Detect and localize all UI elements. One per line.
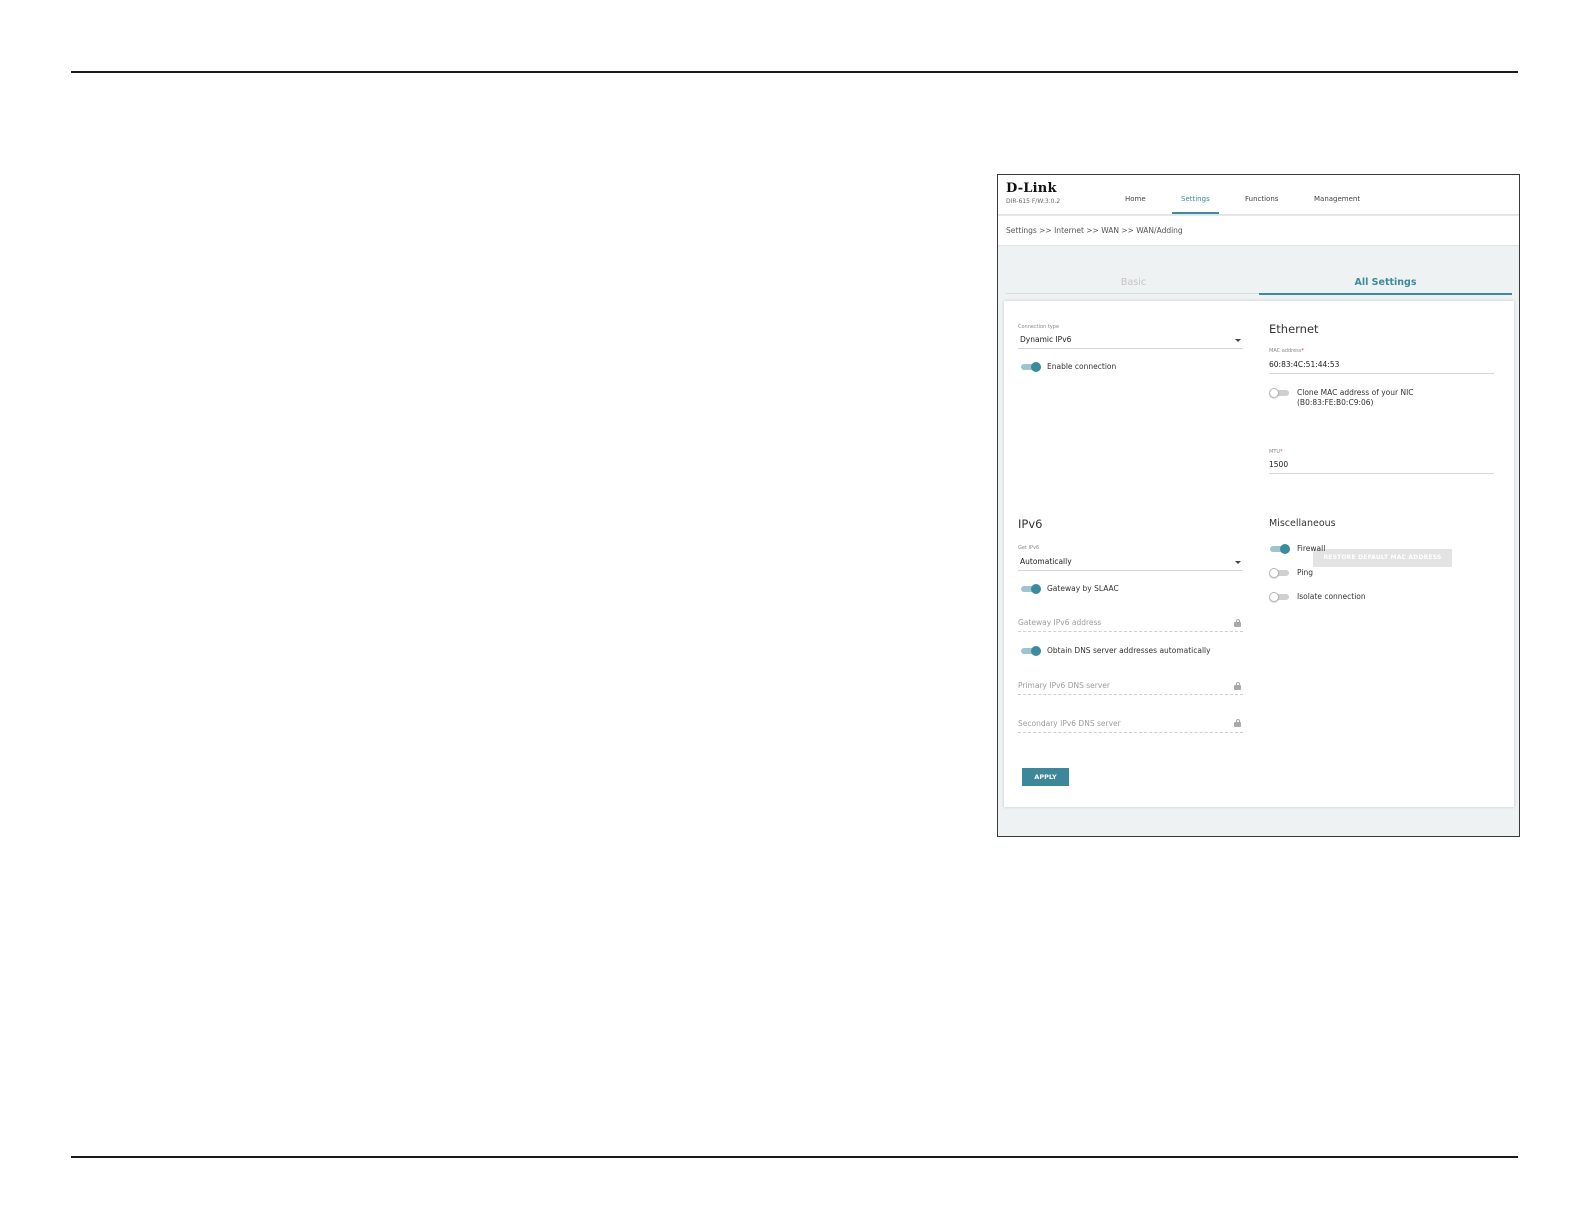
secondary-dns-field[interactable]: Secondary IPv6 DNS server (1018, 719, 1121, 728)
nav-settings[interactable]: Settings (1181, 195, 1210, 203)
chevron-down-icon[interactable] (1235, 339, 1241, 342)
nav-management[interactable]: Management (1314, 195, 1360, 203)
router-settings-screenshot: D-Link DIR-615 F/W:3.0.2 Home Settings F… (997, 174, 1520, 837)
gateway-ipv6-underline (1018, 631, 1243, 632)
mtu-underline (1269, 473, 1494, 474)
dns-auto-toggle[interactable] (1021, 646, 1041, 656)
firmware-version: DIR-615 F/W:3.0.2 (1006, 198, 1061, 205)
primary-dns-underline (1018, 694, 1243, 695)
dlink-logo: D-Link (1006, 181, 1057, 196)
miscellaneous-title: Miscellaneous (1269, 518, 1336, 529)
ipv6-title: IPv6 (1018, 517, 1043, 531)
clone-mac-label: Clone MAC address of your NIC (B0:83:FE:B… (1297, 388, 1414, 407)
app-header: D-Link DIR-615 F/W:3.0.2 Home Settings F… (998, 175, 1519, 215)
clone-mac-toggle[interactable] (1269, 388, 1289, 398)
mac-address-label: MAC address* (1269, 348, 1304, 354)
gateway-slaac-toggle[interactable] (1021, 584, 1041, 594)
tab-all-settings[interactable]: All Settings (1259, 277, 1512, 288)
connection-type-label: Connection type (1018, 324, 1060, 330)
apply-button[interactable]: APPLY (1022, 768, 1069, 786)
nav-active-indicator (1172, 212, 1219, 214)
ethernet-title: Ethernet (1269, 322, 1319, 336)
lock-icon (1234, 719, 1241, 727)
enable-connection-label: Enable connection (1047, 362, 1117, 371)
gateway-slaac-label: Gateway by SLAAC (1047, 584, 1119, 593)
mac-address-underline (1269, 373, 1494, 374)
dns-auto-label: Obtain DNS server addresses automaticall… (1047, 646, 1211, 655)
breadcrumb-bar: Settings >> Internet >> WAN >> WAN/Addin… (998, 216, 1519, 246)
restore-default-mac-button[interactable]: RESTORE DEFAULT MAC ADDRESS (1313, 549, 1452, 567)
enable-connection-toggle[interactable] (1021, 362, 1041, 372)
connection-type-underline (1018, 348, 1243, 349)
nav-home[interactable]: Home (1125, 195, 1146, 203)
get-ipv6-value[interactable]: Automatically (1020, 557, 1072, 566)
get-ipv6-underline (1018, 570, 1243, 571)
chevron-down-icon[interactable] (1235, 561, 1241, 564)
firewall-label: Firewall (1297, 544, 1326, 553)
get-ipv6-label: Get IPv6 (1018, 545, 1040, 551)
isolate-connection-toggle[interactable] (1269, 592, 1289, 602)
tab-basic[interactable]: Basic (1006, 277, 1261, 288)
lock-icon (1234, 682, 1241, 690)
tab-basic-underline (1006, 293, 1259, 294)
mac-address-input[interactable]: 60:83:4C:51:44:53 (1269, 360, 1339, 369)
page-top-rule (71, 71, 1518, 73)
ping-label: Ping (1297, 568, 1313, 577)
nav-functions[interactable]: Functions (1245, 195, 1278, 203)
connection-type-value[interactable]: Dynamic IPv6 (1020, 335, 1071, 344)
settings-card: Connection type Dynamic IPv6 Enable conn… (1004, 301, 1514, 807)
lock-icon (1234, 619, 1241, 627)
primary-dns-field[interactable]: Primary IPv6 DNS server (1018, 681, 1110, 690)
tab-all-settings-underline (1259, 293, 1512, 295)
mtu-label: MTU* (1269, 449, 1283, 455)
isolate-connection-label: Isolate connection (1297, 592, 1366, 601)
gateway-ipv6-field[interactable]: Gateway IPv6 address (1018, 618, 1101, 627)
mtu-input[interactable]: 1500 (1269, 460, 1288, 469)
ping-toggle[interactable] (1269, 568, 1289, 578)
secondary-dns-underline (1018, 732, 1243, 733)
breadcrumb: Settings >> Internet >> WAN >> WAN/Addin… (1006, 226, 1183, 235)
page-bottom-rule (71, 1156, 1518, 1158)
firewall-toggle[interactable] (1270, 544, 1290, 554)
